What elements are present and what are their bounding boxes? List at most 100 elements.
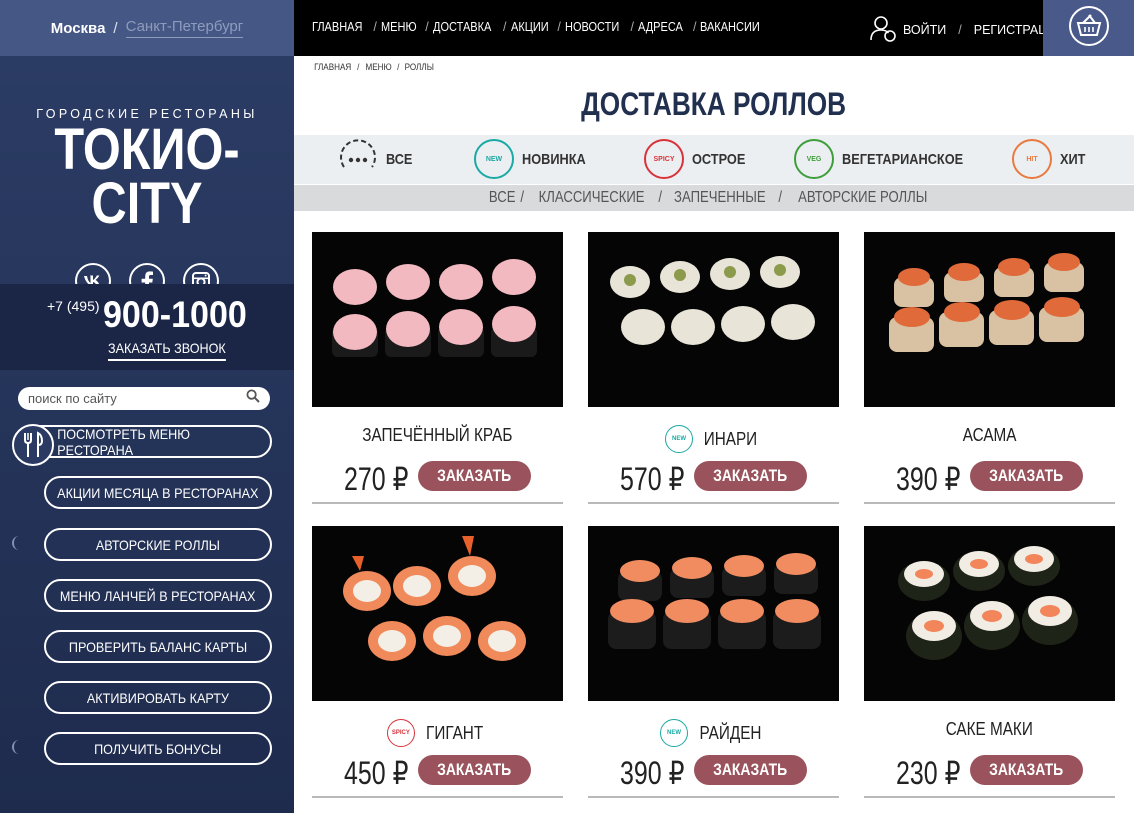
- city-moscow[interactable]: Москва: [51, 20, 106, 37]
- product-price: 390 ₽: [620, 755, 685, 791]
- cart-button[interactable]: [1043, 0, 1134, 56]
- divider: [864, 796, 1115, 798]
- filter-label: ОСТРОЕ: [692, 150, 746, 168]
- login-link[interactable]: ВОЙТИ: [903, 23, 946, 37]
- nav-news[interactable]: НОВОСТИ: [565, 20, 619, 34]
- filter-spicy[interactable]: SPICY ОСТРОЕ: [644, 139, 755, 179]
- filter-all[interactable]: ВСЕ: [338, 139, 417, 179]
- nav-menu[interactable]: МЕНЮ: [381, 20, 417, 34]
- sidebar: Москва / Санкт-Петербург ГОРОДСКИЕ РЕСТО…: [0, 0, 294, 813]
- breadcrumb-separator: /: [397, 62, 400, 72]
- divider: [588, 502, 839, 504]
- product-card: АСАМА 390 ₽ ЗАКАЗАТЬ: [864, 232, 1115, 504]
- product-price: 390 ₽: [896, 461, 961, 497]
- breadcrumb-rolls[interactable]: РОЛЛЫ: [405, 62, 434, 72]
- nav-separator: /: [557, 20, 561, 34]
- divider: [312, 796, 563, 798]
- product-card: САКЕ МАКИ 230 ₽ ЗАКАЗАТЬ: [864, 526, 1115, 798]
- product-card: NEW РАЙДЕН 390 ₽ ЗАКАЗАТЬ: [588, 526, 839, 798]
- product-name: NEW ИНАРИ: [588, 425, 839, 453]
- user-icon[interactable]: [869, 14, 897, 45]
- subcat-classic[interactable]: КЛАССИЧЕСКИЕ: [538, 189, 644, 207]
- product-price: 270 ₽: [344, 461, 409, 497]
- subcategory-bar: ВСЕ / КЛАССИЧЕСКИЕ / ЗАПЕЧЕННЫЕ / АВТОРС…: [294, 185, 1134, 211]
- hit-star-icon: HIT: [1012, 139, 1052, 179]
- filter-hit[interactable]: HIT ХИТ: [1012, 139, 1090, 179]
- phone-block: +7 (495) 900-1000 ЗАКАЗАТЬ ЗВОНОК: [0, 284, 294, 370]
- subcat-separator: /: [778, 189, 783, 206]
- search-icon[interactable]: [246, 389, 260, 408]
- filter-label: ХИТ: [1060, 150, 1086, 168]
- filter-label: ВЕГЕТАРИАНСКОЕ: [842, 150, 964, 168]
- get-bonus-button[interactable]: ПОЛУЧИТЬ БОНУСЫ: [44, 732, 272, 765]
- veg-icon: VEG: [794, 139, 834, 179]
- lunch-menu-button[interactable]: МЕНЮ ЛАНЧЕЙ В РЕСТОРАНАХ: [44, 579, 272, 612]
- product-photo[interactable]: [588, 526, 839, 701]
- subcat-all[interactable]: ВСЕ: [489, 189, 516, 207]
- product-photo[interactable]: [312, 232, 563, 407]
- city-separator: /: [113, 19, 118, 37]
- decor-arc: [12, 536, 20, 550]
- product-price: 570 ₽: [620, 461, 685, 497]
- decor-arc: [12, 740, 20, 754]
- order-button[interactable]: ЗАКАЗАТЬ: [970, 461, 1083, 491]
- nav-separator: /: [958, 22, 962, 37]
- nav-promotions[interactable]: АКЦИИ: [511, 20, 549, 34]
- nav-addresses[interactable]: АДРЕСА: [638, 20, 683, 34]
- order-button[interactable]: ЗАКАЗАТЬ: [694, 755, 807, 785]
- check-balance-button[interactable]: ПРОВЕРИТЬ БАЛАНС КАРТЫ: [44, 630, 272, 663]
- order-button[interactable]: ЗАКАЗАТЬ: [418, 755, 531, 785]
- product-price: 230 ₽: [896, 755, 961, 791]
- subcat-separator: /: [520, 189, 525, 206]
- subcat-author[interactable]: АВТОРСКИЕ РОЛЛЫ: [799, 189, 928, 207]
- fork-knife-icon: [12, 424, 54, 466]
- nav-home[interactable]: ГЛАВНАЯ: [312, 20, 362, 34]
- breadcrumb: ГЛАВНАЯ / МЕНЮ / РОЛЛЫ: [312, 62, 436, 72]
- nav-separator: /: [630, 20, 634, 34]
- city-switcher: Москва / Санкт-Петербург: [0, 0, 294, 56]
- subcat-baked[interactable]: ЗАПЕЧЕННЫЕ: [674, 189, 766, 207]
- breadcrumb-separator: /: [357, 62, 360, 72]
- search-input[interactable]: [28, 391, 246, 406]
- product-name: NEW РАЙДЕН: [588, 719, 839, 747]
- order-button[interactable]: ЗАКАЗАТЬ: [418, 461, 531, 491]
- new-icon: NEW: [660, 719, 689, 747]
- filter-bar: ВСЕ NEW НОВИНКА SPICY ОСТРОЕ VEG ВЕГЕТАР…: [294, 135, 1134, 184]
- product-card: SPICY ГИГАНТ 450 ₽ ЗАКАЗАТЬ: [312, 526, 563, 798]
- activate-card-button[interactable]: АКТИВИРОВАТЬ КАРТУ: [44, 681, 272, 714]
- top-nav: ГЛАВНАЯ / МЕНЮ / ДОСТАВКА / АКЦИИ / НОВОСТИ /…: [294, 0, 1134, 56]
- promotions-button[interactable]: АКЦИИ МЕСЯЦА В РЕСТОРАНАХ: [44, 476, 272, 509]
- product-photo[interactable]: [864, 232, 1115, 407]
- new-icon: NEW: [474, 139, 514, 179]
- order-button[interactable]: ЗАКАЗАТЬ: [970, 755, 1083, 785]
- filter-label: НОВИНКА: [522, 150, 586, 168]
- product-photo[interactable]: [864, 526, 1115, 701]
- breadcrumb-menu[interactable]: МЕНЮ: [365, 62, 391, 72]
- product-name: SPICY ГИГАНТ: [312, 719, 563, 747]
- filter-new[interactable]: NEW НОВИНКА: [474, 139, 597, 179]
- nav-separator: /: [503, 20, 507, 34]
- divider: [312, 502, 563, 504]
- city-spb[interactable]: Санкт-Петербург: [125, 18, 244, 38]
- phone-number[interactable]: 900-1000: [103, 294, 247, 336]
- product-photo[interactable]: [588, 232, 839, 407]
- nav-links: ГЛАВНАЯ / МЕНЮ / ДОСТАВКА / АКЦИИ / НОВОСТИ /…: [312, 20, 768, 34]
- breadcrumb-home[interactable]: ГЛАВНАЯ: [314, 62, 351, 72]
- product-photo[interactable]: [312, 526, 563, 701]
- subcat-separator: /: [658, 189, 663, 206]
- product-card: ЗАПЕЧЁННЫЙ КРАБ 270 ₽ ЗАКАЗАТЬ: [312, 232, 563, 504]
- divider: [864, 502, 1115, 504]
- nav-delivery[interactable]: ДОСТАВКА: [433, 20, 491, 34]
- order-button[interactable]: ЗАКАЗАТЬ: [694, 461, 807, 491]
- brand-logo[interactable]: ТОКИО-CITY: [24, 121, 271, 233]
- page-title: ДОСТАВКА РОЛЛОВ: [581, 86, 847, 122]
- nav-vacancies[interactable]: ВАКАНСИИ: [700, 20, 760, 34]
- all-dots-icon: [340, 139, 376, 168]
- filter-vegetarian[interactable]: VEG ВЕГЕТАРИАНСКОЕ: [794, 139, 985, 179]
- cart-icon: [1067, 4, 1111, 53]
- filter-label: ВСЕ: [386, 150, 413, 168]
- author-rolls-button[interactable]: АВТОРСКИЕ РОЛЛЫ: [44, 528, 272, 561]
- phone-code: +7 (495): [47, 298, 100, 314]
- nav-separator: /: [425, 20, 429, 34]
- callback-link[interactable]: ЗАКАЗАТЬ ЗВОНОК: [108, 340, 226, 361]
